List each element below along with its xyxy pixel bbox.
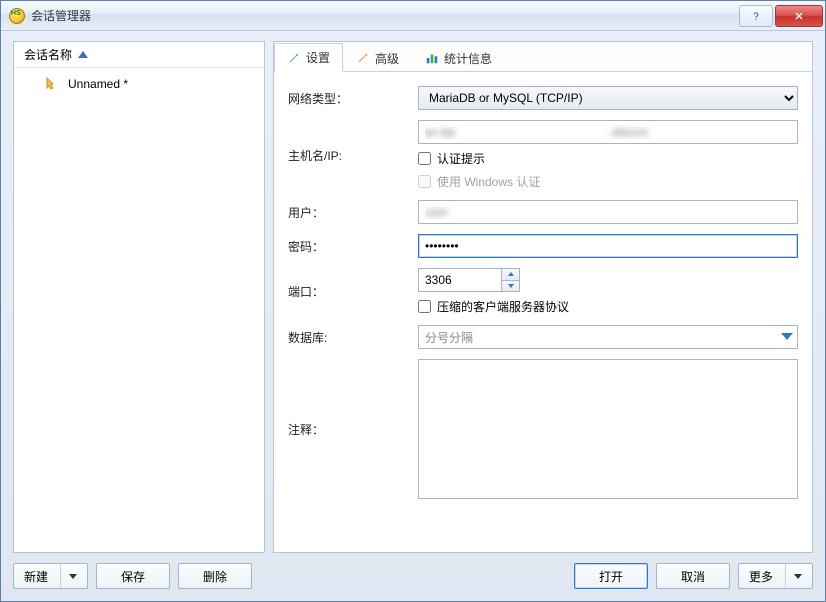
compress-checkbox[interactable] [418, 300, 431, 313]
database-label: 数据库: [288, 329, 398, 346]
port-step-up[interactable] [502, 269, 519, 281]
auth-prompt-checkbox[interactable] [418, 152, 431, 165]
wrench-icon [287, 51, 301, 65]
port-label: 端口： [288, 283, 398, 300]
auth-prompt-checkbox-row[interactable]: 认证提示 [418, 150, 798, 167]
chevron-down-icon [508, 284, 514, 288]
close-button[interactable] [775, 5, 823, 27]
session-list-header[interactable]: 会话名称 [14, 42, 264, 68]
settings-form: 网络类型： MariaDB or MySQL (TCP/IP) 主机名/IP: … [274, 72, 812, 552]
session-manager-window: 会话管理器 会话名称 Unnamed * [0, 0, 826, 602]
notes-textarea[interactable] [418, 359, 798, 499]
session-icon [44, 76, 60, 92]
chevron-up-icon [508, 272, 514, 276]
tab-bar: 设置 高级 统计信息 [274, 42, 812, 72]
bottom-bar: 新建 保存 删除 打开 取消 更多 [13, 561, 813, 591]
cancel-button[interactable]: 取消 [656, 563, 730, 589]
tab-settings[interactable]: 设置 [274, 43, 343, 72]
port-spinner[interactable] [418, 268, 798, 292]
net-type-label: 网络类型： [288, 90, 398, 107]
port-step-down[interactable] [502, 281, 519, 292]
app-icon [9, 8, 25, 24]
more-button[interactable]: 更多 [738, 563, 813, 589]
tab-advanced[interactable]: 高级 [343, 43, 412, 72]
help-button[interactable] [739, 5, 773, 27]
database-input[interactable] [418, 325, 798, 349]
chevron-down-icon [69, 574, 77, 579]
save-button[interactable]: 保存 [96, 563, 170, 589]
titlebar: 会话管理器 [1, 1, 825, 31]
port-input[interactable] [418, 268, 502, 292]
session-item-label: Unnamed * [68, 77, 128, 91]
database-dropdown-button[interactable] [780, 329, 794, 343]
compress-checkbox-row[interactable]: 压缩的客户端服务器协议 [418, 298, 798, 315]
windows-auth-checkbox [418, 175, 431, 188]
session-list-header-label: 会话名称 [24, 46, 72, 63]
delete-button[interactable]: 删除 [178, 563, 252, 589]
notes-label: 注释： [288, 421, 398, 438]
bar-chart-icon [425, 51, 439, 65]
user-input[interactable] [418, 200, 798, 224]
tab-stats[interactable]: 统计信息 [412, 43, 505, 72]
net-type-select[interactable]: MariaDB or MySQL (TCP/IP) [418, 86, 798, 110]
chevron-down-icon [794, 574, 802, 579]
wrench-icon [356, 51, 370, 65]
window-title: 会话管理器 [31, 7, 91, 24]
session-item[interactable]: Unnamed * [14, 72, 264, 96]
windows-auth-checkbox-row: 使用 Windows 认证 [418, 173, 798, 190]
host-input[interactable] [418, 120, 798, 144]
session-list-panel: 会话名称 Unnamed * [13, 41, 265, 553]
settings-panel: 设置 高级 统计信息 网络类型： MariaDB or MySQL (TCP/I… [273, 41, 813, 553]
open-button[interactable]: 打开 [574, 563, 648, 589]
password-input[interactable] [418, 234, 798, 258]
chevron-down-icon [781, 333, 793, 340]
user-label: 用户： [288, 204, 398, 221]
password-label: 密码： [288, 238, 398, 255]
session-list: Unnamed * [14, 68, 264, 552]
sort-asc-icon [78, 51, 88, 58]
host-label: 主机名/IP: [288, 147, 398, 164]
new-button[interactable]: 新建 [13, 563, 88, 589]
